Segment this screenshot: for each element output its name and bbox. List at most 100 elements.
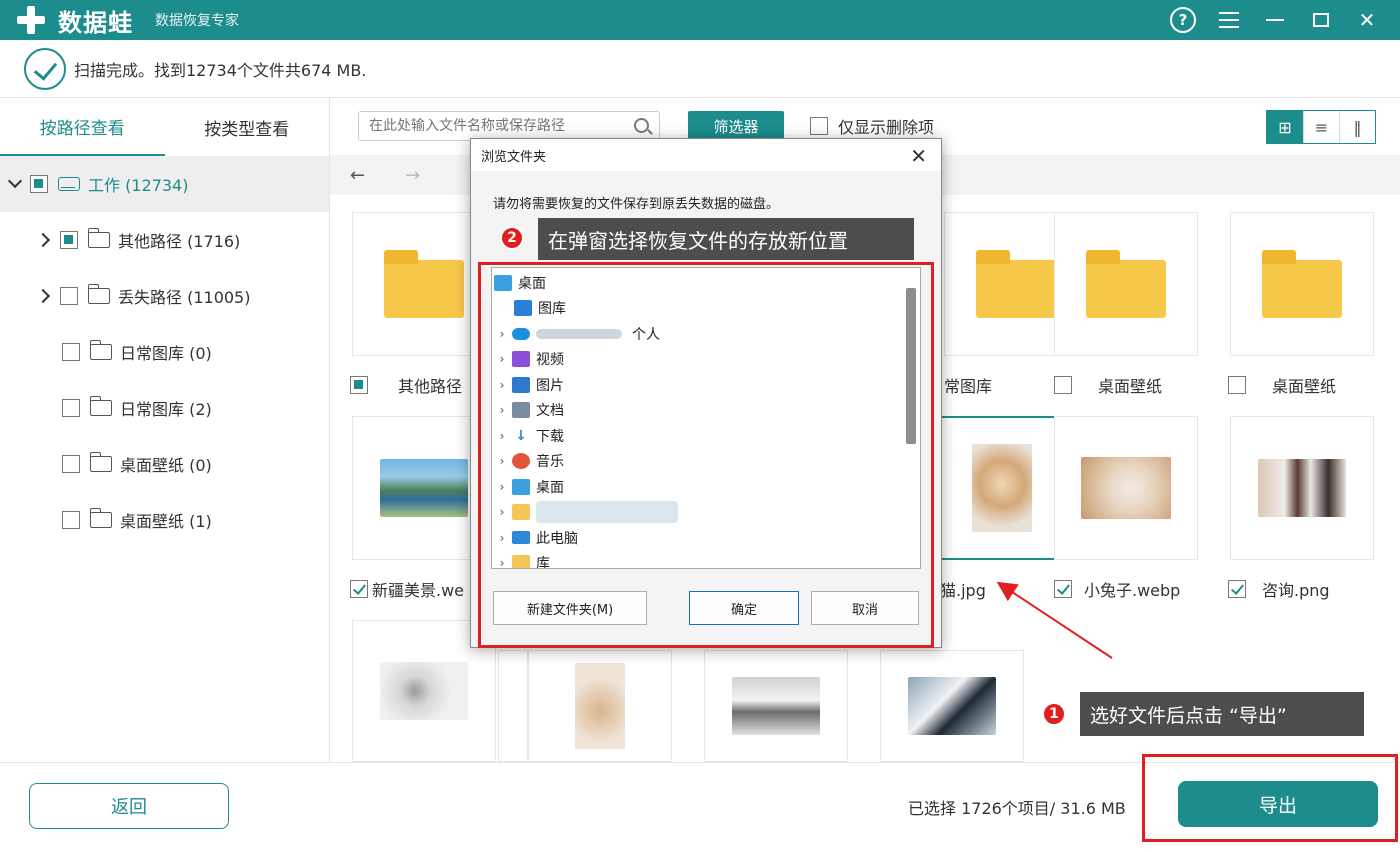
file-card[interactable] [1054, 416, 1198, 560]
app-name: 数据蛙 [58, 8, 133, 37]
back-button[interactable]: 返回 [29, 783, 229, 829]
file-checkbox[interactable] [1054, 376, 1072, 394]
file-card[interactable] [498, 650, 528, 762]
step-1-callout: 选好文件后点击 “导出” [1080, 692, 1364, 736]
chevron-down-icon[interactable] [8, 177, 22, 191]
tree-item-checkbox[interactable] [62, 455, 80, 473]
folder-icon [88, 228, 110, 248]
maximize-button[interactable] [1298, 0, 1344, 40]
tree-item-other-path[interactable]: 其他路径 (1716) [0, 212, 329, 268]
file-checkbox[interactable] [1228, 580, 1246, 598]
forward-arrow-icon[interactable]: → [405, 165, 420, 186]
file-name: 猫.jpg [940, 581, 986, 600]
tree-item-lost-path[interactable]: 丢失路径 (11005) [0, 268, 329, 324]
help-button[interactable]: ? [1160, 0, 1206, 40]
tree-root-work[interactable]: 工作 (12734) [0, 156, 329, 212]
folder-thumbnail-icon [1262, 250, 1342, 318]
minimize-icon [1266, 19, 1284, 21]
image-thumbnail [575, 663, 625, 749]
file-checkbox[interactable] [350, 376, 368, 394]
file-card[interactable] [704, 650, 848, 762]
tab-by-type[interactable]: 按类型查看 [165, 98, 330, 156]
file-card-label[interactable]: 小兔子.webp [1054, 577, 1180, 601]
step-2-badge: 2 [500, 226, 524, 250]
image-thumbnail [732, 677, 820, 735]
file-card-label[interactable]: 桌面壁纸 [1054, 373, 1162, 397]
search-icon[interactable] [634, 118, 649, 133]
filter-button[interactable]: 筛选器 [688, 111, 784, 141]
file-card[interactable] [528, 650, 672, 762]
file-card[interactable] [880, 650, 1024, 762]
tree-item-checkbox[interactable] [60, 231, 78, 249]
file-card[interactable] [1230, 416, 1374, 560]
tree-item-checkbox[interactable] [62, 343, 80, 361]
close-button[interactable]: ✕ [1344, 0, 1390, 40]
folder-icon [90, 452, 112, 472]
tree-item-daily-gallery-2[interactable]: 日常图库 (2) [0, 380, 329, 436]
back-arrow-icon[interactable]: ← [350, 165, 365, 186]
app-subtitle: 数据恢复专家 [155, 13, 239, 29]
image-thumbnail [972, 444, 1032, 532]
tree-item-label: 桌面壁纸 (1) [120, 512, 212, 531]
file-card-label[interactable]: 猫.jpg [940, 577, 986, 601]
sidebar: 按路径查看 按类型查看 工作 (12734) 其他路径 (1716) 丢失路径 … [0, 98, 330, 762]
dialog-message: 请勿将需要恢复的文件保存到原丢失数据的磁盘。 [493, 197, 780, 212]
tab-by-path[interactable]: 按路径查看 [0, 98, 165, 156]
search-box[interactable] [358, 111, 660, 141]
file-card-label[interactable]: 咨询.png [1228, 577, 1330, 601]
file-name: 咨询.png [1262, 581, 1330, 600]
tree-item-wallpaper-1[interactable]: 桌面壁纸 (1) [0, 492, 329, 548]
view-mode-toggle: ⊞ ≡ ‖ [1266, 110, 1376, 144]
root-checkbox[interactable] [30, 175, 48, 193]
file-card-label[interactable]: 桌面壁纸 [1228, 373, 1336, 397]
file-name: 新疆美景.we [372, 581, 465, 600]
drive-icon [58, 177, 80, 191]
scan-complete-icon [24, 47, 66, 90]
tree-item-checkbox[interactable] [62, 399, 80, 417]
file-card[interactable] [930, 416, 1074, 560]
file-card[interactable] [1230, 212, 1374, 356]
tree-item-label: 日常图库 (2) [120, 400, 212, 419]
grid-view-button[interactable]: ⊞ [1267, 111, 1303, 143]
maximize-icon [1313, 13, 1329, 27]
file-card-label[interactable]: 常图库 [944, 373, 992, 397]
folder-icon [88, 284, 110, 304]
chevron-right-icon[interactable] [38, 233, 52, 247]
folder-icon [90, 396, 112, 416]
tree-item-wallpaper-0[interactable]: 桌面壁纸 (0) [0, 436, 329, 492]
file-checkbox[interactable] [1054, 580, 1072, 598]
close-icon: ✕ [1358, 8, 1376, 32]
file-name: 常图库 [944, 377, 993, 396]
search-input[interactable] [369, 118, 619, 134]
dialog-close-icon[interactable]: ✕ [910, 144, 927, 168]
step-1-badge: 1 [1042, 702, 1066, 726]
chevron-right-icon[interactable] [38, 289, 52, 303]
menu-button[interactable] [1206, 0, 1252, 40]
file-card-label[interactable]: 其他路径 [350, 373, 462, 397]
only-deleted-checkbox[interactable] [810, 117, 828, 135]
detail-view-button[interactable]: ‖ [1339, 111, 1375, 143]
file-checkbox[interactable] [1228, 376, 1246, 394]
tree-item-label: 桌面壁纸 (0) [120, 456, 212, 475]
tree-item-checkbox[interactable] [60, 287, 78, 305]
file-card-label[interactable]: 新疆美景.we [350, 577, 464, 601]
list-view-button[interactable]: ≡ [1303, 111, 1339, 143]
grid-view-icon: ⊞ [1278, 117, 1292, 137]
tree-item-checkbox[interactable] [62, 511, 80, 529]
tree-item-label: 丢失路径 (11005) [118, 288, 251, 307]
export-highlight-box [1142, 754, 1398, 842]
file-checkbox[interactable] [350, 580, 368, 598]
minimize-button[interactable] [1252, 0, 1298, 40]
detail-view-icon: ‖ [1353, 117, 1362, 137]
tree-item-label: 其他路径 (1716) [118, 232, 241, 251]
hamburger-icon [1219, 12, 1239, 28]
only-deleted-toggle[interactable]: 仅显示删除项 [810, 114, 934, 138]
file-name: 小兔子.webp [1084, 581, 1181, 600]
only-deleted-label: 仅显示删除项 [838, 118, 935, 137]
app-logo: 数据蛙 数据恢复专家 [14, 3, 239, 38]
image-thumbnail [380, 459, 468, 517]
folder-thumbnail-icon [1086, 250, 1166, 318]
tree-item-daily-gallery-0[interactable]: 日常图库 (0) [0, 324, 329, 380]
file-card[interactable] [1054, 212, 1198, 356]
step-2-callout: 在弹窗选择恢复文件的存放新位置 [538, 218, 914, 260]
